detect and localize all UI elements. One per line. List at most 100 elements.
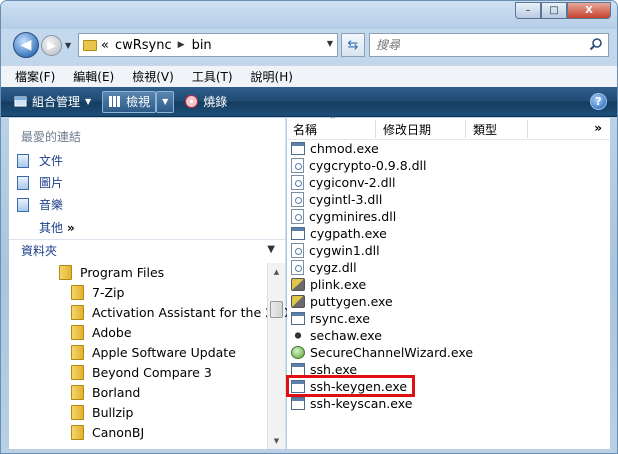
favorite-pictures[interactable]: 圖片 — [17, 174, 63, 191]
file-row[interactable]: cygcrypto-0.9.8.dll — [291, 157, 427, 174]
favorite-documents[interactable]: 文件 — [17, 152, 63, 169]
file-row-ssh-keygen[interactable]: ssh-keygen.exe — [286, 375, 415, 397]
address-segment-cwrsync[interactable]: cwRsync — [115, 38, 172, 53]
file-row[interactable]: cygminires.dll — [291, 208, 396, 225]
exe-icon — [291, 312, 305, 325]
file-row[interactable]: cygintl-3.dll — [291, 191, 382, 208]
explorer-window: – □ X ◀ ▶ ▼ « cwRsync ▶ bin ▼ ⇆ 檔案(F) 編輯… — [0, 0, 618, 454]
recent-pages-dropdown[interactable]: ▼ — [65, 41, 71, 50]
file-name: cygwin1.dll — [309, 243, 380, 258]
chevron-down-icon[interactable]: ▼ — [327, 39, 333, 48]
view-dropdown-button[interactable]: ▼ — [156, 90, 175, 113]
search-box — [369, 33, 609, 57]
sort-ascending-icon: ⌃ — [329, 116, 337, 126]
search-icon[interactable] — [589, 37, 603, 51]
dll-icon — [291, 158, 304, 173]
back-button[interactable]: ◀ — [13, 32, 39, 58]
folders-header-label: 資料夾 — [21, 244, 58, 258]
tree-item[interactable]: Borland — [71, 385, 140, 400]
putty-icon — [291, 295, 305, 308]
help-button[interactable]: ? — [590, 93, 607, 110]
navigation-pane: 最愛的連結 文件 圖片 音樂 其他» 資料夾 ▼ Program Files 7… — [9, 118, 297, 449]
folders-header[interactable]: 資料夾 ▼ — [9, 239, 285, 261]
scroll-up-button[interactable]: ▲ — [268, 263, 285, 280]
favorites-more[interactable]: 其他» — [39, 219, 75, 236]
file-row[interactable]: rsync.exe — [291, 310, 370, 327]
menu-file[interactable]: 檔案(F) — [13, 66, 57, 87]
command-toolbar: 組合管理 ▼ 檢視 ▼ 燒錄 ? — [1, 87, 617, 117]
file-row[interactable]: puttygen.exe — [291, 293, 393, 310]
menu-tools[interactable]: 工具(T) — [190, 66, 235, 87]
tree-item[interactable]: Program Files — [59, 265, 164, 280]
search-input[interactable] — [376, 35, 586, 55]
organize-button[interactable]: 組合管理 ▼ — [9, 91, 96, 113]
tree-item[interactable]: 7-Zip — [71, 285, 124, 300]
folder-icon — [83, 39, 97, 51]
folder-icon — [71, 285, 84, 300]
menu-help[interactable]: 說明(H) — [249, 66, 295, 87]
address-segment-bin[interactable]: bin — [192, 38, 212, 53]
file-row[interactable]: ssh-keyscan.exe — [291, 395, 412, 412]
view-button[interactable]: 檢視 — [102, 90, 157, 113]
chevron-right-icon[interactable]: ▶ — [178, 40, 185, 50]
tree-item[interactable]: Bullzip — [71, 405, 133, 420]
scroll-down-button[interactable]: ▼ — [268, 432, 285, 449]
favorite-music[interactable]: 音樂 — [17, 196, 63, 213]
file-name: cygiconv-2.dll — [309, 175, 396, 190]
file-name: SecureChannelWizard.exe — [310, 345, 474, 360]
minimize-button[interactable]: – — [515, 2, 541, 19]
putty-icon — [291, 278, 305, 291]
tree-item[interactable]: Activation Assistant for the 2007 — [71, 305, 297, 320]
dll-icon — [291, 209, 304, 224]
column-name[interactable]: 名稱 — [293, 121, 317, 138]
column-divider[interactable] — [465, 120, 466, 138]
maximize-button[interactable]: □ — [541, 2, 567, 19]
menu-view[interactable]: 檢視(V) — [130, 66, 176, 87]
file-row[interactable]: sechaw.exe — [291, 327, 382, 344]
scroll-thumb[interactable] — [270, 301, 283, 318]
tree-item-label: Adobe — [92, 325, 132, 340]
folder-tree-scrollbar[interactable]: ▲ ▼ — [267, 263, 285, 449]
dll-icon — [291, 192, 304, 207]
folder-icon — [71, 305, 84, 320]
forward-button[interactable]: ▶ — [41, 35, 62, 56]
column-modified[interactable]: 修改日期 — [383, 121, 431, 138]
wizard-icon — [291, 346, 305, 359]
tree-item-label: Bullzip — [92, 405, 134, 420]
view-label: 檢視 — [126, 95, 151, 109]
dll-icon — [291, 243, 304, 258]
menu-bar: 檔案(F) 編輯(E) 檢視(V) 工具(T) 說明(H) — [1, 65, 617, 87]
file-row[interactable]: cygpath.exe — [291, 225, 387, 242]
file-row[interactable]: cygwin1.dll — [291, 242, 380, 259]
tree-item-label: Program Files — [80, 265, 165, 280]
folder-icon — [71, 345, 84, 360]
burn-button[interactable]: 燒錄 — [180, 91, 232, 113]
tree-item[interactable]: Adobe — [71, 325, 132, 340]
chevron-down-icon: ▼ — [162, 97, 169, 106]
file-row[interactable]: SecureChannelWizard.exe — [291, 344, 473, 361]
tree-item[interactable]: CanonBJ — [71, 425, 144, 440]
chevron-down-icon[interactable]: ▼ — [267, 244, 275, 255]
file-row[interactable]: cygz.dll — [291, 259, 357, 276]
address-bar[interactable]: « cwRsync ▶ bin ▼ — [78, 33, 338, 57]
menu-edit[interactable]: 編輯(E) — [71, 66, 116, 87]
close-button[interactable]: X — [567, 2, 611, 19]
file-row[interactable]: chmod.exe — [291, 140, 379, 157]
column-type[interactable]: 類型 — [473, 121, 497, 138]
more-columns-chevron[interactable]: » — [594, 121, 602, 135]
column-divider[interactable] — [527, 120, 528, 138]
file-row[interactable]: cygiconv-2.dll — [291, 174, 396, 191]
tree-item[interactable]: Apple Software Update — [71, 345, 236, 360]
exe-icon — [291, 227, 305, 240]
tree-item-label: Beyond Compare 3 — [92, 365, 212, 380]
tree-item-label: CanonBJ — [92, 425, 145, 440]
tree-item[interactable]: Beyond Compare 3 — [71, 365, 212, 380]
file-name: cygintl-3.dll — [309, 192, 383, 207]
file-row[interactable]: plink.exe — [291, 276, 366, 293]
file-name: ssh-keyscan.exe — [310, 396, 413, 411]
refresh-button[interactable]: ⇆ — [341, 33, 365, 57]
column-divider[interactable] — [375, 120, 376, 138]
address-overflow[interactable]: « — [101, 38, 109, 53]
refresh-icon: ⇆ — [347, 37, 359, 53]
organize-icon — [14, 96, 27, 107]
